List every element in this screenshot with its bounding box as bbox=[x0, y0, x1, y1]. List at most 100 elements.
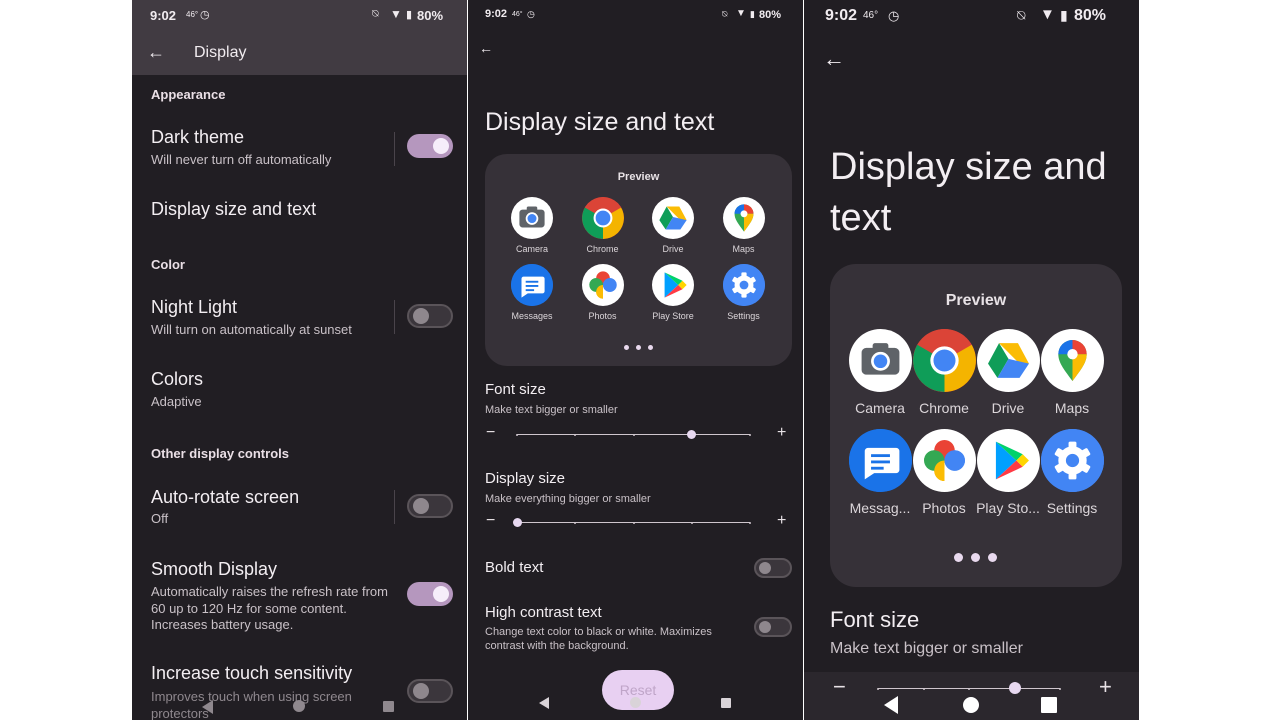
toggle-knob bbox=[759, 562, 771, 574]
back-arrow-icon[interactable]: ← bbox=[479, 40, 493, 56]
page-title: Display size and text bbox=[830, 146, 1107, 239]
night-light-toggle[interactable] bbox=[407, 304, 453, 328]
slider-tick bbox=[632, 433, 635, 436]
app-label: Drive bbox=[991, 400, 1025, 416]
increase-icon[interactable]: + bbox=[777, 512, 786, 530]
slider-tick bbox=[749, 433, 751, 436]
toggle-knob bbox=[413, 308, 429, 324]
bell-off-icon: ⍉ bbox=[372, 8, 379, 20]
night-light-title: Night Light bbox=[151, 297, 238, 317]
display-size-title: Display size bbox=[485, 470, 566, 487]
nav-back-icon[interactable] bbox=[884, 696, 898, 714]
settings-icon bbox=[722, 264, 765, 306]
preview-app: Chrome bbox=[911, 329, 977, 416]
font-size-title: Font size bbox=[485, 381, 546, 398]
app-label: Messages bbox=[511, 311, 553, 321]
dark-theme-toggle[interactable] bbox=[407, 134, 453, 158]
font-size-subtitle: Make text bigger or smaller bbox=[830, 640, 1023, 657]
status-bar: 9:02 46° ◷ ⍉ ▼ ▮ 80% bbox=[804, 0, 1139, 30]
divider bbox=[394, 300, 395, 334]
app-label: Chrome bbox=[586, 244, 619, 254]
decrease-icon[interactable]: − bbox=[486, 512, 495, 530]
section-appearance: Appearance bbox=[151, 87, 226, 102]
status-bar: 9:02 46° ◷ ⍉ ▼ ▮ 80% bbox=[132, 0, 467, 30]
slider-tick bbox=[574, 433, 577, 436]
smooth-display-toggle[interactable] bbox=[407, 582, 453, 606]
bell-off-icon: ⍉ bbox=[1017, 7, 1026, 23]
nav-back-icon[interactable] bbox=[202, 700, 213, 714]
back-arrow-icon[interactable]: ← bbox=[146, 42, 166, 62]
maps-icon bbox=[722, 197, 765, 239]
display-size-subtitle: Make everything bigger or smaller bbox=[485, 493, 651, 505]
nav-home-icon[interactable] bbox=[293, 700, 305, 712]
preview-label: Preview bbox=[617, 171, 660, 183]
nav-recents-icon[interactable] bbox=[721, 698, 731, 708]
camera-icon bbox=[511, 197, 553, 239]
auto-rotate-toggle[interactable] bbox=[407, 494, 453, 518]
photos-icon bbox=[581, 264, 624, 306]
battery-percent: 80% bbox=[759, 9, 782, 21]
bold-text-title: Bold text bbox=[485, 559, 544, 576]
decrease-icon[interactable]: − bbox=[486, 424, 495, 442]
battery-icon: ▮ bbox=[750, 9, 755, 19]
toggle-knob bbox=[759, 621, 771, 633]
pager-dot bbox=[988, 553, 997, 562]
battery-icon: ▮ bbox=[406, 9, 413, 21]
preview-app: Chrome bbox=[570, 197, 636, 254]
night-light-subtitle: Will turn on automatically at sunset bbox=[151, 322, 352, 337]
nav-home-icon[interactable] bbox=[630, 697, 641, 708]
wifi-icon: ▼ bbox=[390, 7, 402, 21]
play-store-icon bbox=[976, 429, 1040, 492]
drive-icon bbox=[976, 329, 1040, 392]
high-contrast-subtitle: Change text color to black or white. Max… bbox=[485, 626, 712, 652]
nav-bar bbox=[804, 686, 1139, 720]
preview-label: Preview bbox=[945, 292, 1007, 309]
drive-icon bbox=[652, 197, 694, 239]
nav-back-icon[interactable] bbox=[539, 697, 549, 709]
pager-dot bbox=[954, 553, 963, 562]
preview-app: Play Sto... bbox=[975, 429, 1041, 516]
font-size-title: Font size bbox=[830, 607, 920, 632]
increase-icon[interactable]: + bbox=[777, 424, 786, 442]
battery-icon: ▮ bbox=[1060, 7, 1068, 23]
app-label: Maps bbox=[732, 244, 755, 254]
status-bar: 9:02 46° ◷ ⍉ ▼ ▮ 80% bbox=[468, 0, 803, 30]
nav-recents-icon[interactable] bbox=[1041, 697, 1057, 713]
preview-app: Photos bbox=[911, 429, 977, 516]
status-temp: 46° bbox=[863, 10, 879, 21]
divider bbox=[394, 490, 395, 524]
pager-dot bbox=[624, 345, 629, 350]
high-contrast-toggle[interactable] bbox=[754, 617, 792, 637]
status-time: 9:02 bbox=[485, 8, 508, 20]
app-label: Photos bbox=[588, 311, 617, 321]
nav-recents-icon[interactable] bbox=[383, 701, 394, 712]
setting-display-size-and-text[interactable]: Display size and text bbox=[151, 199, 316, 220]
auto-rotate-subtitle: Off bbox=[151, 511, 169, 526]
slider-thumb[interactable] bbox=[512, 517, 522, 527]
app-label: Drive bbox=[662, 244, 684, 254]
auto-rotate-title: Auto-rotate screen bbox=[151, 487, 300, 507]
battery-percent: 80% bbox=[417, 8, 444, 23]
back-arrow-icon[interactable]: ← bbox=[823, 46, 845, 72]
pager-dot bbox=[971, 553, 980, 562]
preview-app: Photos bbox=[570, 264, 636, 321]
preview-app: Maps bbox=[1039, 329, 1105, 416]
alarm-icon: ◷ bbox=[200, 9, 210, 21]
dark-theme-subtitle: Will never turn off automatically bbox=[151, 152, 332, 167]
divider bbox=[394, 132, 395, 166]
preview-app: Settings bbox=[1039, 429, 1105, 516]
page-title: Display bbox=[194, 44, 247, 61]
dark-theme-title: Dark theme bbox=[151, 127, 245, 147]
bell-off-icon: ⍉ bbox=[722, 9, 728, 19]
wifi-icon: ▼ bbox=[736, 8, 746, 19]
display-size-text-screen: 9:02 46° ◷ ⍉ ▼ ▮ 80% ← Display size and … bbox=[468, 0, 803, 720]
colors-subtitle: Adaptive bbox=[151, 394, 202, 409]
preview-card: Preview Camera Chrome Drive Maps Messages Pho… bbox=[485, 154, 792, 366]
app-label: Camera bbox=[855, 400, 905, 416]
section-color: Color bbox=[151, 257, 185, 272]
app-label: Camera bbox=[515, 244, 548, 254]
bold-text-toggle[interactable] bbox=[754, 558, 792, 578]
slider-thumb[interactable] bbox=[687, 429, 697, 439]
preview-app: Drive bbox=[640, 197, 706, 254]
nav-home-icon[interactable] bbox=[963, 697, 979, 713]
